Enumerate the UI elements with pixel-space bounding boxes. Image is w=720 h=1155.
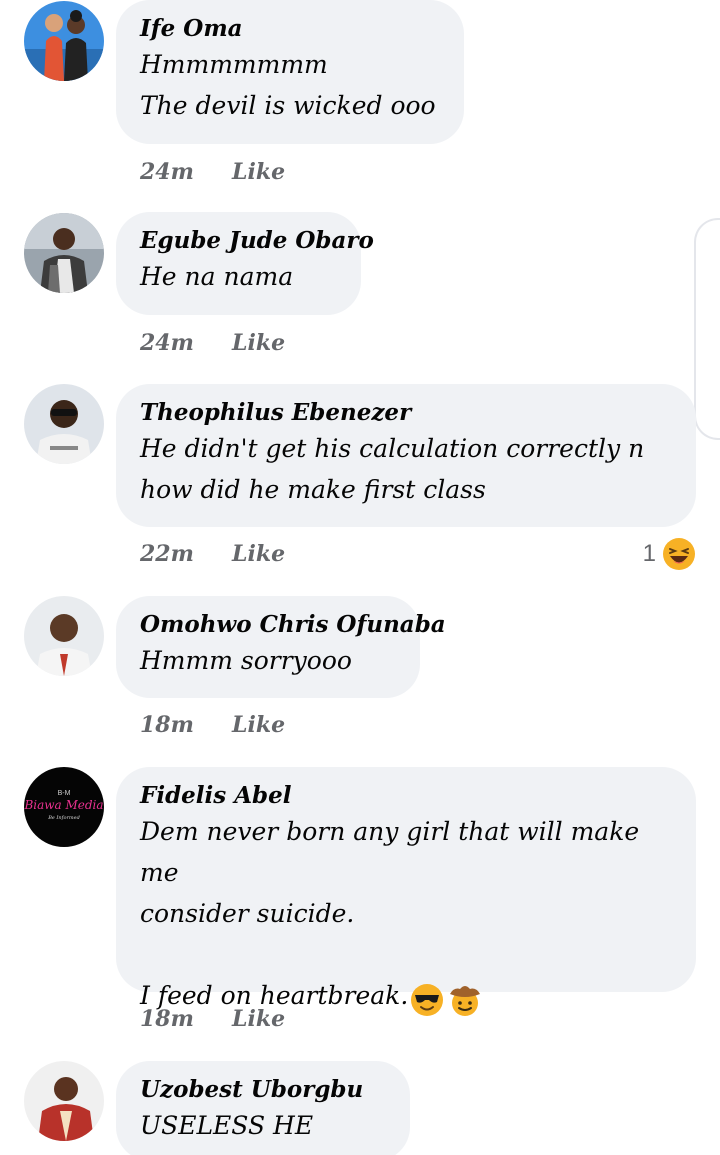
comment-text: He didn't get his calculation correctly … — [140, 434, 645, 504]
commenter-name[interactable]: Egube Jude Obaro — [140, 226, 374, 256]
reaction-summary[interactable]: 1 — [643, 537, 696, 571]
commenter-name[interactable]: Ife Oma — [140, 14, 440, 44]
comments-feed: Ife Oma Hmmmmmmm The devil is wicked ooo… — [0, 0, 720, 1155]
reaction-count: 1 — [642, 540, 656, 567]
avatar[interactable] — [24, 213, 104, 293]
avatar[interactable] — [24, 384, 104, 464]
laughing-emoji-icon — [662, 537, 696, 571]
comment-bubble[interactable]: Ife Oma Hmmmmmmm The devil is wicked ooo — [116, 0, 464, 144]
cowboy-emoji-icon — [448, 983, 482, 1017]
avatar[interactable] — [24, 1, 104, 81]
commenter-name[interactable]: Uzobest Uborgbu — [140, 1075, 386, 1105]
comment-meta: 24m Like — [140, 326, 285, 360]
logo-tagline: Be Informed — [47, 815, 80, 821]
comment-time: 24m — [140, 330, 194, 356]
avatar[interactable] — [24, 1061, 104, 1141]
side-card-edge — [694, 218, 720, 440]
comment-bubble[interactable]: Fidelis Abel Dem never born any girl tha… — [116, 767, 696, 1016]
comment-time: 24m — [140, 159, 194, 185]
comment-time: 22m — [140, 541, 194, 567]
biawa-media-logo-icon: B-M Biawa Media Be Informed — [24, 767, 104, 847]
commenter-name[interactable]: Theophilus Ebenezer — [140, 398, 672, 428]
comment-bubble[interactable]: Uzobest Uborgbu USELESS HE GOAT. — [116, 1061, 410, 1155]
comment-meta: 18m Like — [140, 708, 285, 742]
logo-text: Biawa Media — [24, 798, 104, 812]
like-button[interactable]: Like — [232, 1006, 285, 1032]
comment-text: USELESS HE GOAT. — [140, 1111, 314, 1155]
comment-time: 18m — [140, 1006, 194, 1032]
comment-text: Hmmmmmmm The devil is wicked ooo — [140, 50, 436, 120]
avatar[interactable]: B-M Biawa Media Be Informed — [24, 767, 104, 847]
comment-bubble[interactable]: Omohwo Chris Ofunaba Hmmm sorryooo — [116, 596, 446, 698]
comment-bubble[interactable]: Egube Jude Obaro He na nama — [116, 212, 374, 315]
like-button[interactable]: Like — [232, 541, 285, 567]
avatar-photo-icon — [24, 1, 104, 81]
comment-meta: 22m Like — [140, 537, 285, 571]
sunglasses-emoji-icon — [410, 983, 444, 1017]
comment-meta: 18m Like — [140, 1002, 285, 1036]
avatar-photo-icon — [24, 384, 104, 464]
like-button[interactable]: Like — [232, 712, 285, 738]
avatar[interactable] — [24, 596, 104, 676]
avatar-photo-icon — [24, 596, 104, 676]
logo-small-text: B-M — [58, 790, 71, 797]
commenter-name[interactable]: Fidelis Abel — [140, 781, 672, 811]
comment-time: 18m — [140, 712, 194, 738]
avatar-photo-icon — [24, 1061, 104, 1141]
comment-text: He na nama — [140, 262, 294, 291]
comment-meta: 24m Like — [140, 155, 285, 189]
comment-text: Dem never born any girl that will make m… — [140, 817, 640, 1010]
commenter-name[interactable]: Omohwo Chris Ofunaba — [140, 610, 446, 640]
comment-text: Hmmm sorryooo — [140, 646, 352, 675]
like-button[interactable]: Like — [232, 330, 285, 356]
comment-bubble[interactable]: Theophilus Ebenezer He didn't get his ca… — [116, 384, 696, 527]
avatar-photo-icon — [24, 213, 104, 293]
like-button[interactable]: Like — [232, 159, 285, 185]
